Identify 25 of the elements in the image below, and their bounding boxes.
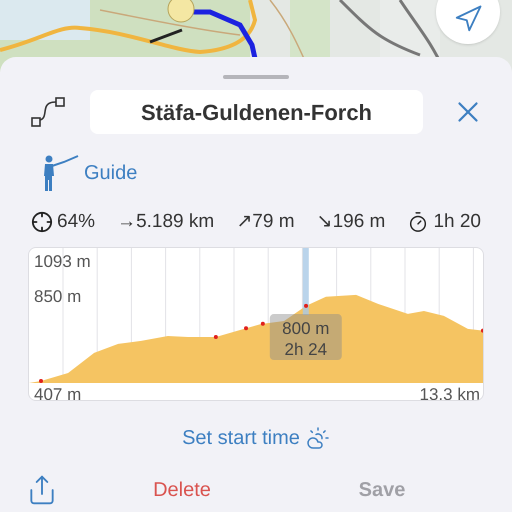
waypoint-dot [39, 379, 43, 384]
stat-value: ↗79 m [236, 210, 295, 234]
waypoint-dot [304, 304, 308, 308]
tooltip-time: 2h 24 [284, 340, 328, 360]
waypoint-dot [244, 326, 248, 330]
delete-button[interactable]: Delete [153, 475, 211, 505]
crosshair-icon [31, 211, 53, 233]
stat-value: →5.189 km [117, 210, 214, 234]
stat-value: 64% [57, 210, 96, 234]
waypoint-dot [214, 334, 218, 339]
axis-label: 13.3 km [420, 385, 480, 400]
stat-value: ↘196 m [316, 210, 386, 234]
axis-label: 1093 m [34, 252, 91, 271]
set-start-time-button[interactable]: Set start time [182, 426, 330, 450]
waypoint-dot [260, 322, 265, 326]
route-name-field[interactable]: Stäfa-Guldenen-Forch [90, 90, 423, 134]
stat-value: 1h 20 [433, 210, 481, 234]
sun-cloud-icon [306, 426, 330, 450]
guide-link[interactable]: Guide [84, 158, 138, 188]
drag-handle[interactable] [223, 75, 289, 79]
axis-label: 850 m [34, 286, 82, 306]
navigation-icon [453, 4, 483, 34]
tooltip-elevation: 800 m [282, 319, 330, 338]
route-icon [30, 96, 66, 128]
axis-label: 407 m [34, 385, 82, 400]
